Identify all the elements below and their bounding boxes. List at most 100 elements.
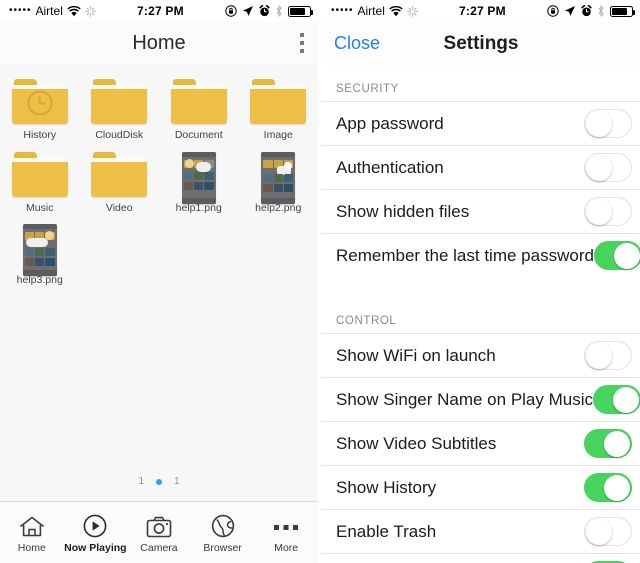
tab-label: Home	[17, 541, 46, 554]
toggle-show-history[interactable]	[584, 473, 632, 502]
setting-label: Remember the last time password	[336, 245, 594, 265]
setting-label: Enable Trash	[336, 521, 437, 541]
folder-icon	[170, 79, 227, 125]
file-name: CloudDisk	[95, 129, 144, 141]
carrier-label: Airtel	[35, 4, 63, 18]
play-icon	[83, 512, 107, 538]
folder-icon	[11, 151, 68, 198]
bluetooth-icon	[598, 5, 604, 17]
toggle-enable-trash[interactable]	[584, 517, 632, 546]
settings-nav-bar: Close Settings	[322, 22, 640, 65]
toggle-show-video-subtitles[interactable]	[584, 429, 632, 458]
home-icon	[19, 512, 45, 538]
setting-row-show-singer-name[interactable]: Show Singer Name on Play Music	[322, 377, 640, 421]
file-name: Document	[174, 129, 223, 141]
right-phone-panel: ••••• Airtel 7:27 PM Close Settings SECU…	[322, 0, 640, 563]
bluetooth-icon	[276, 5, 282, 17]
status-bar-right-group	[225, 5, 313, 17]
status-bar-left-group: ••••• Airtel	[9, 4, 96, 18]
image-thumbnail	[171, 151, 227, 204]
status-bar-left: ••••• Airtel 7:27 PM	[0, 0, 318, 22]
tab-home[interactable]: Home	[0, 502, 64, 563]
section-gap	[322, 277, 640, 297]
setting-row-show-hidden-files[interactable]: Show hidden files	[322, 189, 640, 233]
page-number-left: 1	[138, 476, 144, 487]
overflow-menu-icon[interactable]	[300, 33, 304, 53]
folder-icon	[250, 79, 307, 125]
file-name: help2.png	[255, 201, 302, 214]
battery-icon	[288, 5, 313, 17]
file-name: help3.png	[16, 274, 63, 287]
setting-row-app-password[interactable]: App password	[322, 101, 640, 145]
folder-icon	[91, 151, 148, 198]
page-dot-active[interactable]	[156, 478, 162, 485]
folder-icon	[91, 79, 148, 125]
close-button[interactable]: Close	[334, 33, 380, 54]
file-item[interactable]: Image	[239, 73, 319, 146]
file-item[interactable]: Document	[159, 73, 239, 146]
section-header-security: SECURITY	[322, 65, 640, 101]
status-bar-right: ••••• Airtel 7:27 PM	[322, 0, 640, 22]
toggle-show-wifi-on-launch[interactable]	[584, 341, 632, 370]
tab-label: More	[274, 541, 299, 554]
tab-label: Browser	[203, 541, 242, 554]
setting-row-remember-password[interactable]: Remember the last time password	[322, 233, 640, 277]
file-item[interactable]: CloudDisk	[80, 73, 160, 146]
tab-camera[interactable]: Camera	[127, 502, 191, 563]
file-item[interactable]: History	[0, 73, 80, 146]
file-item[interactable]: Music	[0, 146, 80, 219]
file-item[interactable]: help1.png	[159, 146, 239, 219]
file-grid: History CloudDisk Document Image Music V…	[0, 73, 318, 291]
settings-list[interactable]: SECURITY App password Authentication Sho…	[322, 65, 640, 563]
tab-more[interactable]: More	[254, 502, 318, 563]
location-arrow-icon	[565, 6, 575, 16]
setting-label: Show History	[336, 477, 437, 497]
setting-label: App password	[336, 113, 444, 133]
alarm-clock-icon	[259, 5, 270, 17]
bottom-tab-bar: Home Now Playing Camera Browser More	[0, 501, 318, 563]
tab-browser[interactable]: Browser	[191, 502, 255, 563]
toggle-app-password[interactable]	[584, 109, 632, 138]
setting-row-show-wifi-on-launch[interactable]: Show WiFi on launch	[322, 333, 640, 377]
section-header-control: CONTROL	[322, 297, 640, 333]
page-number-right: 1	[174, 476, 180, 487]
toggle-show-hidden-files[interactable]	[584, 197, 632, 226]
file-item[interactable]: Video	[80, 146, 160, 219]
setting-label: Show hidden files	[336, 201, 470, 221]
toggle-remember-password[interactable]	[593, 241, 640, 270]
alarm-clock-icon	[581, 5, 592, 17]
status-bar-right-group	[547, 5, 635, 17]
globe-icon	[211, 512, 235, 538]
file-name: Image	[263, 129, 293, 141]
setting-label: Show Singer Name on Play Music	[336, 389, 594, 409]
file-name: History	[23, 129, 57, 141]
rotation-lock-icon	[547, 5, 559, 17]
page-title: Home	[132, 31, 186, 54]
file-name: Video	[105, 201, 133, 214]
location-arrow-icon	[243, 6, 253, 16]
setting-label: Show WiFi on launch	[336, 345, 496, 365]
file-item[interactable]: help3.png	[0, 218, 80, 291]
dual-phone-screenshot: ••••• Airtel 7:27 PM Home History CloudD…	[0, 0, 640, 563]
toggle-show-singer-name[interactable]	[593, 385, 640, 414]
tab-now-playing[interactable]: Now Playing	[64, 502, 128, 563]
setting-label: Show Video Subtitles	[336, 433, 497, 453]
page-indicator[interactable]: 1 1	[0, 476, 318, 487]
file-item[interactable]: help2.png	[239, 146, 319, 219]
setting-row-show-video-subtitles[interactable]: Show Video Subtitles	[322, 421, 640, 465]
camera-icon	[146, 512, 172, 538]
tab-label: Now Playing	[64, 541, 127, 554]
setting-row-show-history[interactable]: Show History	[322, 465, 640, 509]
setting-row-authentication[interactable]: Authentication	[322, 145, 640, 189]
wifi-icon	[389, 5, 403, 16]
image-thumbnail	[250, 151, 306, 204]
setting-row-enable-trash[interactable]: Enable Trash	[322, 509, 640, 553]
folder-icon	[11, 79, 68, 125]
setting-row-show-cloud-disk[interactable]: Show Cloud Disk	[322, 553, 640, 563]
rotation-lock-icon	[225, 5, 237, 17]
setting-label: Authentication	[336, 157, 444, 177]
toggle-authentication[interactable]	[584, 153, 632, 182]
battery-icon	[610, 5, 635, 17]
image-thumbnail	[12, 224, 68, 277]
left-nav-bar: Home	[0, 22, 318, 64]
